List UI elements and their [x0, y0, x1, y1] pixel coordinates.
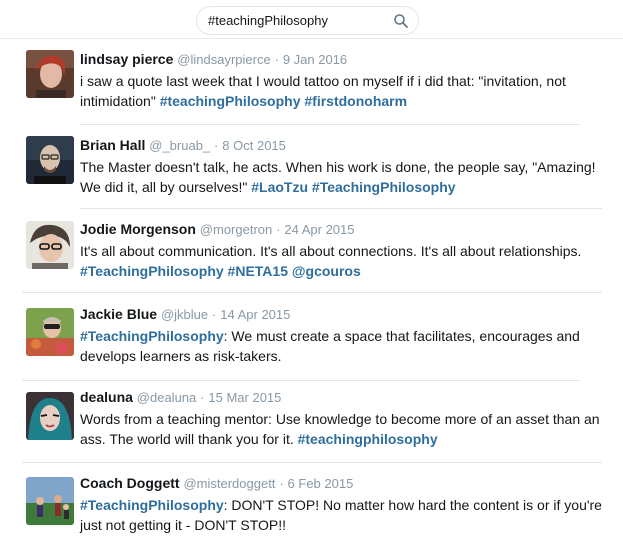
separator-dot: · — [214, 138, 219, 153]
author-name[interactable]: dealuna — [80, 389, 133, 405]
hashtag-link[interactable]: #TeachingPhilosophy — [80, 328, 224, 344]
author-handle[interactable]: @morgetron — [200, 222, 272, 237]
separator-dot: · — [274, 52, 279, 67]
tweet-date[interactable]: 9 Jan 2016 — [283, 52, 347, 67]
avatar[interactable] — [26, 308, 74, 356]
mention-link[interactable]: @gcouros — [292, 263, 361, 279]
separator-dot: · — [279, 476, 284, 491]
hashtag-link[interactable]: #firstdonoharm — [304, 93, 407, 109]
tweet-text: #TeachingPhilosophy: DON'T STOP! No matt… — [80, 495, 605, 535]
header-divider — [0, 38, 623, 39]
author-name[interactable]: Brian Hall — [80, 137, 145, 153]
author-handle[interactable]: @_bruab_ — [149, 138, 210, 153]
tweet-divider — [80, 208, 602, 209]
author-name[interactable]: Coach Doggett — [80, 475, 180, 491]
tweet-divider — [80, 124, 580, 125]
author-name[interactable]: lindsay pierce — [80, 51, 173, 67]
avatar[interactable] — [26, 221, 74, 269]
author-handle[interactable]: @lindsayrpierce — [177, 52, 270, 67]
hashtag-link[interactable]: #teachingPhilosophy — [160, 93, 301, 109]
separator-dot: · — [276, 222, 281, 237]
author-handle[interactable]: @dealuna — [137, 390, 196, 405]
separator-dot: · — [212, 307, 217, 322]
tweet-text: It's all about communication. It's all a… — [80, 241, 605, 281]
search-box[interactable]: #teachingPhilosophy — [196, 6, 419, 35]
tweet-date[interactable]: 24 Apr 2015 — [284, 222, 354, 237]
author-handle[interactable]: @misterdoggett — [183, 476, 275, 491]
tweet-text: Words from a teaching mentor: Use knowle… — [80, 409, 605, 449]
search-icon[interactable] — [393, 13, 409, 29]
avatar[interactable] — [26, 392, 74, 440]
tweet-divider — [22, 292, 602, 293]
author-name[interactable]: Jackie Blue — [80, 306, 157, 322]
avatar[interactable] — [26, 477, 74, 525]
hashtag-link[interactable]: #LaoTzu — [251, 179, 308, 195]
hashtag-link[interactable]: #TeachingPhilosophy — [80, 263, 224, 279]
avatar[interactable] — [26, 50, 74, 98]
tweet-date[interactable]: 8 Oct 2015 — [222, 138, 286, 153]
tweet-date[interactable]: 15 Mar 2015 — [208, 390, 281, 405]
tweet-date[interactable]: 6 Feb 2015 — [288, 476, 354, 491]
author-name[interactable]: Jodie Morgenson — [80, 221, 196, 237]
search-input[interactable]: #teachingPhilosophy — [208, 13, 328, 28]
tweet-divider — [22, 462, 602, 463]
avatar[interactable] — [26, 136, 74, 184]
tweet-divider — [22, 380, 580, 381]
hashtag-link[interactable]: #NETA15 — [228, 263, 288, 279]
tweet-date[interactable]: 14 Apr 2015 — [220, 307, 290, 322]
author-handle[interactable]: @jkblue — [161, 307, 208, 322]
hashtag-link[interactable]: #teachingphilosophy — [298, 431, 438, 447]
tweet-text: #TeachingPhilosophy: We must create a sp… — [80, 326, 605, 366]
separator-dot: · — [200, 390, 205, 405]
tweet-text: i saw a quote last week that I would tat… — [80, 71, 605, 111]
hashtag-link[interactable]: #TeachingPhilosophy — [312, 179, 456, 195]
tweet-text-segment: It's all about communication. It's all a… — [80, 243, 582, 259]
hashtag-link[interactable]: #TeachingPhilosophy — [80, 497, 224, 513]
tweet-text: The Master doesn't talk, he acts. When h… — [80, 157, 605, 197]
